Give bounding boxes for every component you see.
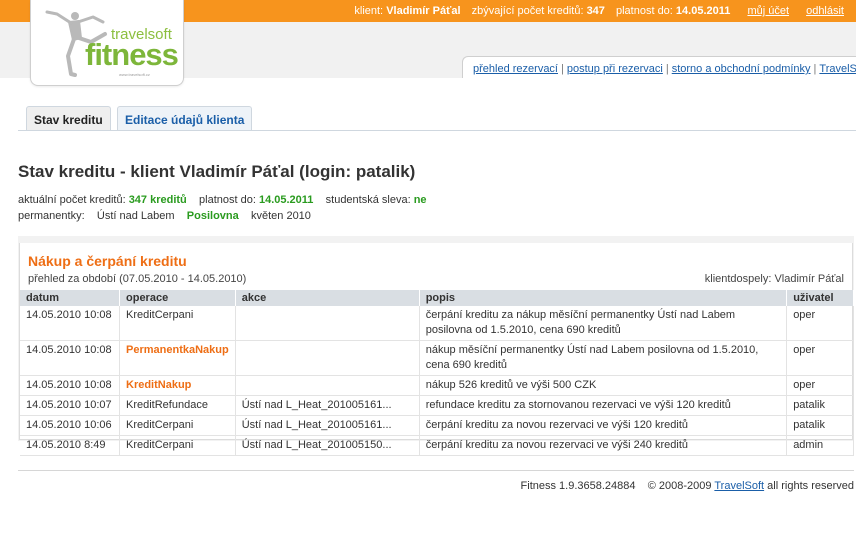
terms-link[interactable]: storno a obchodní podmínky [672,63,811,75]
table-row: 14.05.2010 10:07 KreditRefundace Ústí na… [20,395,854,416]
passes-label: permanentky: [18,210,85,222]
my-account-link[interactable]: můj účet [747,5,789,17]
table-row: 14.05.2010 10:06 KreditCerpani Ústí nad … [20,415,854,436]
tab-edit-client[interactable]: Editace údajů klienta [117,106,253,131]
cell-operation: PermanentkaNakup [119,340,236,376]
cell-date: 14.05.2010 8:49 [20,435,120,456]
cell-description: čerpání kreditu za novou rezervaci ve vý… [419,415,788,436]
cell-action [235,306,420,341]
footer: Fitness 1.9.3658.24884 © 2008-2009 Trave… [521,480,854,492]
help-links: přehled rezervací | postup při rezervaci | s… [462,56,856,78]
company-link[interactable]: TravelSoft [714,480,764,492]
divider [18,130,856,131]
student-discount-label: studentská sleva: [325,194,411,206]
table-row: 14.05.2010 10:08 KreditCerpani čerpání k… [20,306,854,341]
credits-value: 347 kreditů [128,194,187,206]
account-info: klient: Vladimír Páťal zbývající počet k… [354,0,844,22]
logo-brand-main: fitness [85,37,179,72]
cell-operation: KreditCerpani [119,306,236,341]
separator: | [813,63,817,75]
client-name: Vladimír Páťal [386,5,461,17]
separator: | [665,63,669,75]
credits-label: aktuální počet kreditů: [18,194,126,206]
cell-description: čerpání kreditu za novou rezervaci ve vý… [419,435,788,456]
valid-value: 14.05.2011 [258,194,314,206]
credit-history-panel: Nákup a čerpání kreditu přehled za obdob… [18,236,854,456]
version-text: Fitness 1.9.3658.24884 [520,480,636,492]
cell-description: refundace kreditu za stornovanou rezerva… [419,395,788,416]
cell-user: admin [786,435,854,456]
credit-history-table: datum operace akce popis uživatel 14.05.… [20,290,854,456]
cell-action: Ústí nad L_Heat_201005161... [235,395,420,416]
page-title: Stav kreditu - klient Vladimír Páťal (lo… [18,162,416,181]
copyright-text: © 2008-2009 [647,480,712,492]
valid-label: platnost do: [199,194,256,206]
column-header-description[interactable]: popis [419,290,788,306]
footer-divider [18,470,854,471]
valid-label: platnost do: [615,5,673,17]
credits-label: zbývající počet kreditů: [471,5,584,17]
cell-action: Ústí nad L_Heat_201005150... [235,435,420,456]
separator: | [561,63,564,75]
panel-title: Nákup a čerpání kreditu [28,253,187,269]
cell-date: 14.05.2010 10:08 [20,375,120,396]
logout-link[interactable]: odhlásit [806,5,844,17]
credits-value: 347 [586,5,605,17]
cell-description: nákup 526 kreditů ve výši 500 CZK [419,375,788,396]
pass-place: Ústí nad Labem [96,210,175,222]
reservations-overview-link[interactable]: přehled rezervací [473,63,558,75]
panel-body: Nákup a čerpání kreditu přehled za obdob… [19,243,854,456]
cell-description: čerpání kreditu za nákup měsíční permane… [419,306,788,341]
rights-text: all rights reserved [767,480,854,492]
cell-user: oper [786,375,854,396]
travelsoft-link[interactable]: TravelSoft [819,63,856,75]
column-header-action[interactable]: akce [235,290,420,306]
column-header-user[interactable]: uživatel [786,290,854,306]
cell-user: patalik [786,395,854,416]
cell-action: Ústí nad L_Heat_201005161... [235,415,420,436]
table-row: 14.05.2010 8:49 KreditCerpani Ústí nad L… [20,435,854,456]
cell-operation: KreditNakup [119,375,236,396]
logo[interactable]: travelsoft fitness www.travelsoft.cz [30,0,184,86]
credit-summary: aktuální počet kreditů: 347 kreditů plat… [18,194,427,206]
table-header-row: datum operace akce popis uživatel [20,290,854,306]
passes-line: permanentky: Ústí nad Labem Posilovna kv… [18,210,311,222]
column-header-date[interactable]: datum [20,290,120,306]
student-discount-value: ne [413,194,427,206]
cell-operation: KreditCerpani [119,415,236,436]
cell-date: 14.05.2010 10:08 [20,306,120,341]
logo-tagline: www.travelsoft.cz [119,72,150,77]
pass-type: Posilovna [186,210,239,222]
reservation-procedure-link[interactable]: postup při rezervaci [567,63,663,75]
cell-date: 14.05.2010 10:06 [20,415,120,436]
client-label: klient: [354,5,384,17]
user-info: klientdospely: Vladimír Páťal [704,273,844,285]
cell-user: oper [786,306,854,341]
cell-description: nákup měsíční permanentky Ústí nad Labem… [419,340,788,376]
table-row: 14.05.2010 10:08 KreditNakup nákup 526 k… [20,375,854,396]
table-row: 14.05.2010 10:08 PermanentkaNakup nákup … [20,340,854,376]
cell-user: oper [786,340,854,376]
column-header-operation[interactable]: operace [119,290,236,306]
cell-date: 14.05.2010 10:07 [20,395,120,416]
cell-date: 14.05.2010 10:08 [20,340,120,376]
pass-month: květen 2010 [250,210,311,222]
cell-action [235,340,420,376]
cell-user: patalik [786,415,854,436]
cell-action [235,375,420,396]
valid-value: 14.05.2011 [675,5,731,17]
cell-operation: KreditRefundace [119,395,236,416]
cell-operation: KreditCerpani [119,435,236,456]
period-label: přehled za období (07.05.2010 - 14.05.20… [28,273,247,285]
tab-credit-status[interactable]: Stav kreditu [26,106,111,131]
